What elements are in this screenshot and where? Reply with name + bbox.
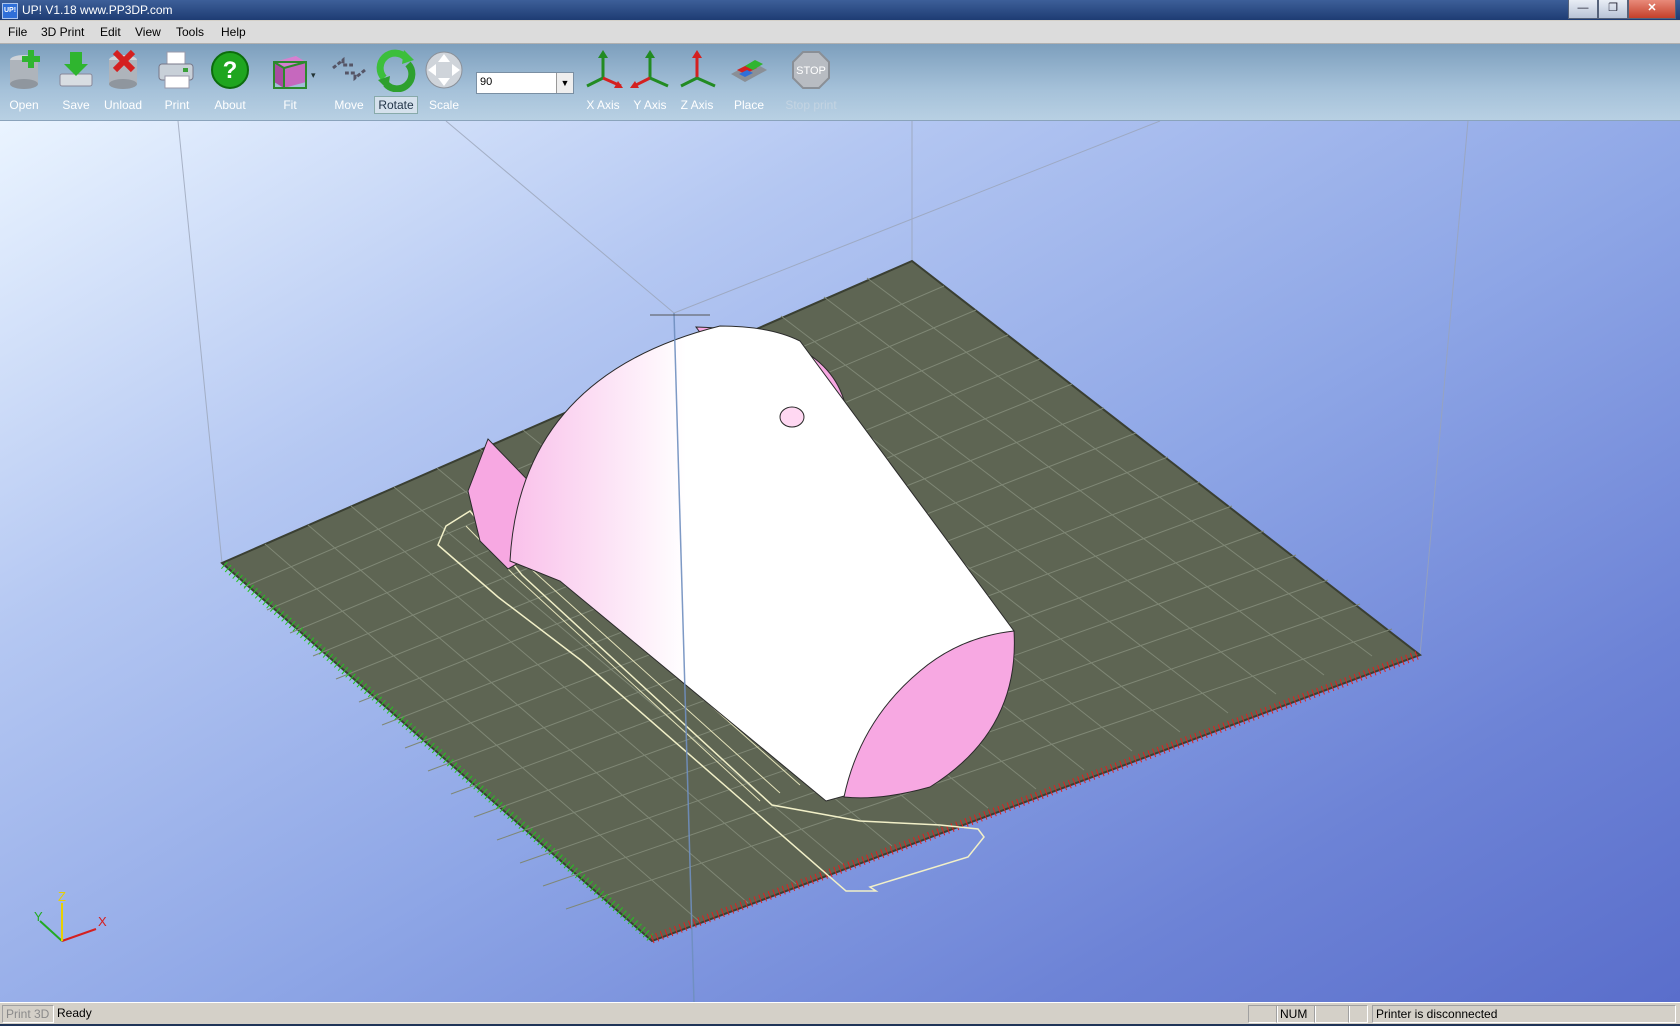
restore-button[interactable]: ❐ [1598,0,1628,19]
unload-icon [101,48,145,92]
menu-tools[interactable]: Tools [176,25,204,39]
save-icon [54,48,98,92]
status-cell-empty-1 [1248,1005,1278,1023]
title-bar: UP! UP! V1.18 www.PP3DP.com — ❐ ✕ [0,0,1680,20]
menu-file[interactable]: File [8,25,27,39]
print-button[interactable]: Print [150,48,204,114]
3d-viewport[interactable]: X Y Z [0,121,1680,1002]
z-axis-icon [675,48,719,92]
menu-help[interactable]: Help [221,25,246,39]
fit-button[interactable]: Fit [263,48,317,114]
svg-text:?: ? [223,57,238,84]
y-axis-icon [628,48,672,92]
place-button[interactable]: Place [722,48,776,114]
status-print3d: Print 3D [2,1005,54,1023]
app-icon: UP! [2,3,18,19]
printer-icon [155,48,199,92]
axis-label-x: X [98,914,107,929]
fit-cube-icon [268,48,312,92]
status-bar: Print 3D Ready NUM Printer is disconnect… [0,1002,1680,1025]
toolbar: Open Save Unload Print ? About Fit ▾ Mov… [0,44,1680,121]
menu-bar: File 3D Print Edit View Tools Help [0,21,1680,44]
svg-text:STOP: STOP [796,65,826,77]
x-axis-icon [581,48,625,92]
status-cell-empty-3 [1348,1005,1368,1023]
axis-triad [39,903,97,942]
stop-icon: STOP [789,48,833,92]
status-printer: Printer is disconnected [1372,1005,1676,1023]
scene: X Y Z [34,121,1469,1002]
fit-dropdown-icon[interactable]: ▾ [311,70,316,81]
help-icon: ? [208,48,252,92]
status-ready: Ready [57,1006,92,1020]
angle-select[interactable]: 90 ▼ [476,72,574,94]
minimize-button[interactable]: — [1568,0,1598,19]
rotate-icon [374,48,418,93]
place-icon [727,48,771,92]
stop-print-button[interactable]: STOP Stop print [784,48,838,114]
about-button[interactable]: ? About [203,48,257,114]
move-button[interactable]: Move [322,48,376,114]
open-button[interactable]: Open [0,48,51,114]
status-cell-empty-2 [1314,1005,1350,1023]
open-icon [2,48,46,92]
rotate-button[interactable]: Rotate [369,48,423,114]
axis-label-z: Z [58,889,66,904]
menu-view[interactable]: View [135,25,161,39]
axis-label-y: Y [34,909,43,924]
close-button[interactable]: ✕ [1628,0,1676,19]
y-axis-button[interactable]: Y Axis [623,48,677,114]
x-axis-button[interactable]: X Axis [576,48,630,114]
move-icon [327,48,371,92]
status-num: NUM [1276,1005,1316,1023]
model-hole [779,406,805,428]
window-title: UP! V1.18 www.PP3DP.com [22,3,173,17]
menu-edit[interactable]: Edit [100,25,121,39]
unload-button[interactable]: Unload [96,48,150,114]
save-button[interactable]: Save [49,48,103,114]
scale-button[interactable]: Scale [417,48,471,114]
scale-icon [422,48,466,92]
z-axis-button[interactable]: Z Axis [670,48,724,114]
chevron-down-icon[interactable]: ▼ [556,73,573,93]
menu-3d-print[interactable]: 3D Print [41,25,84,39]
